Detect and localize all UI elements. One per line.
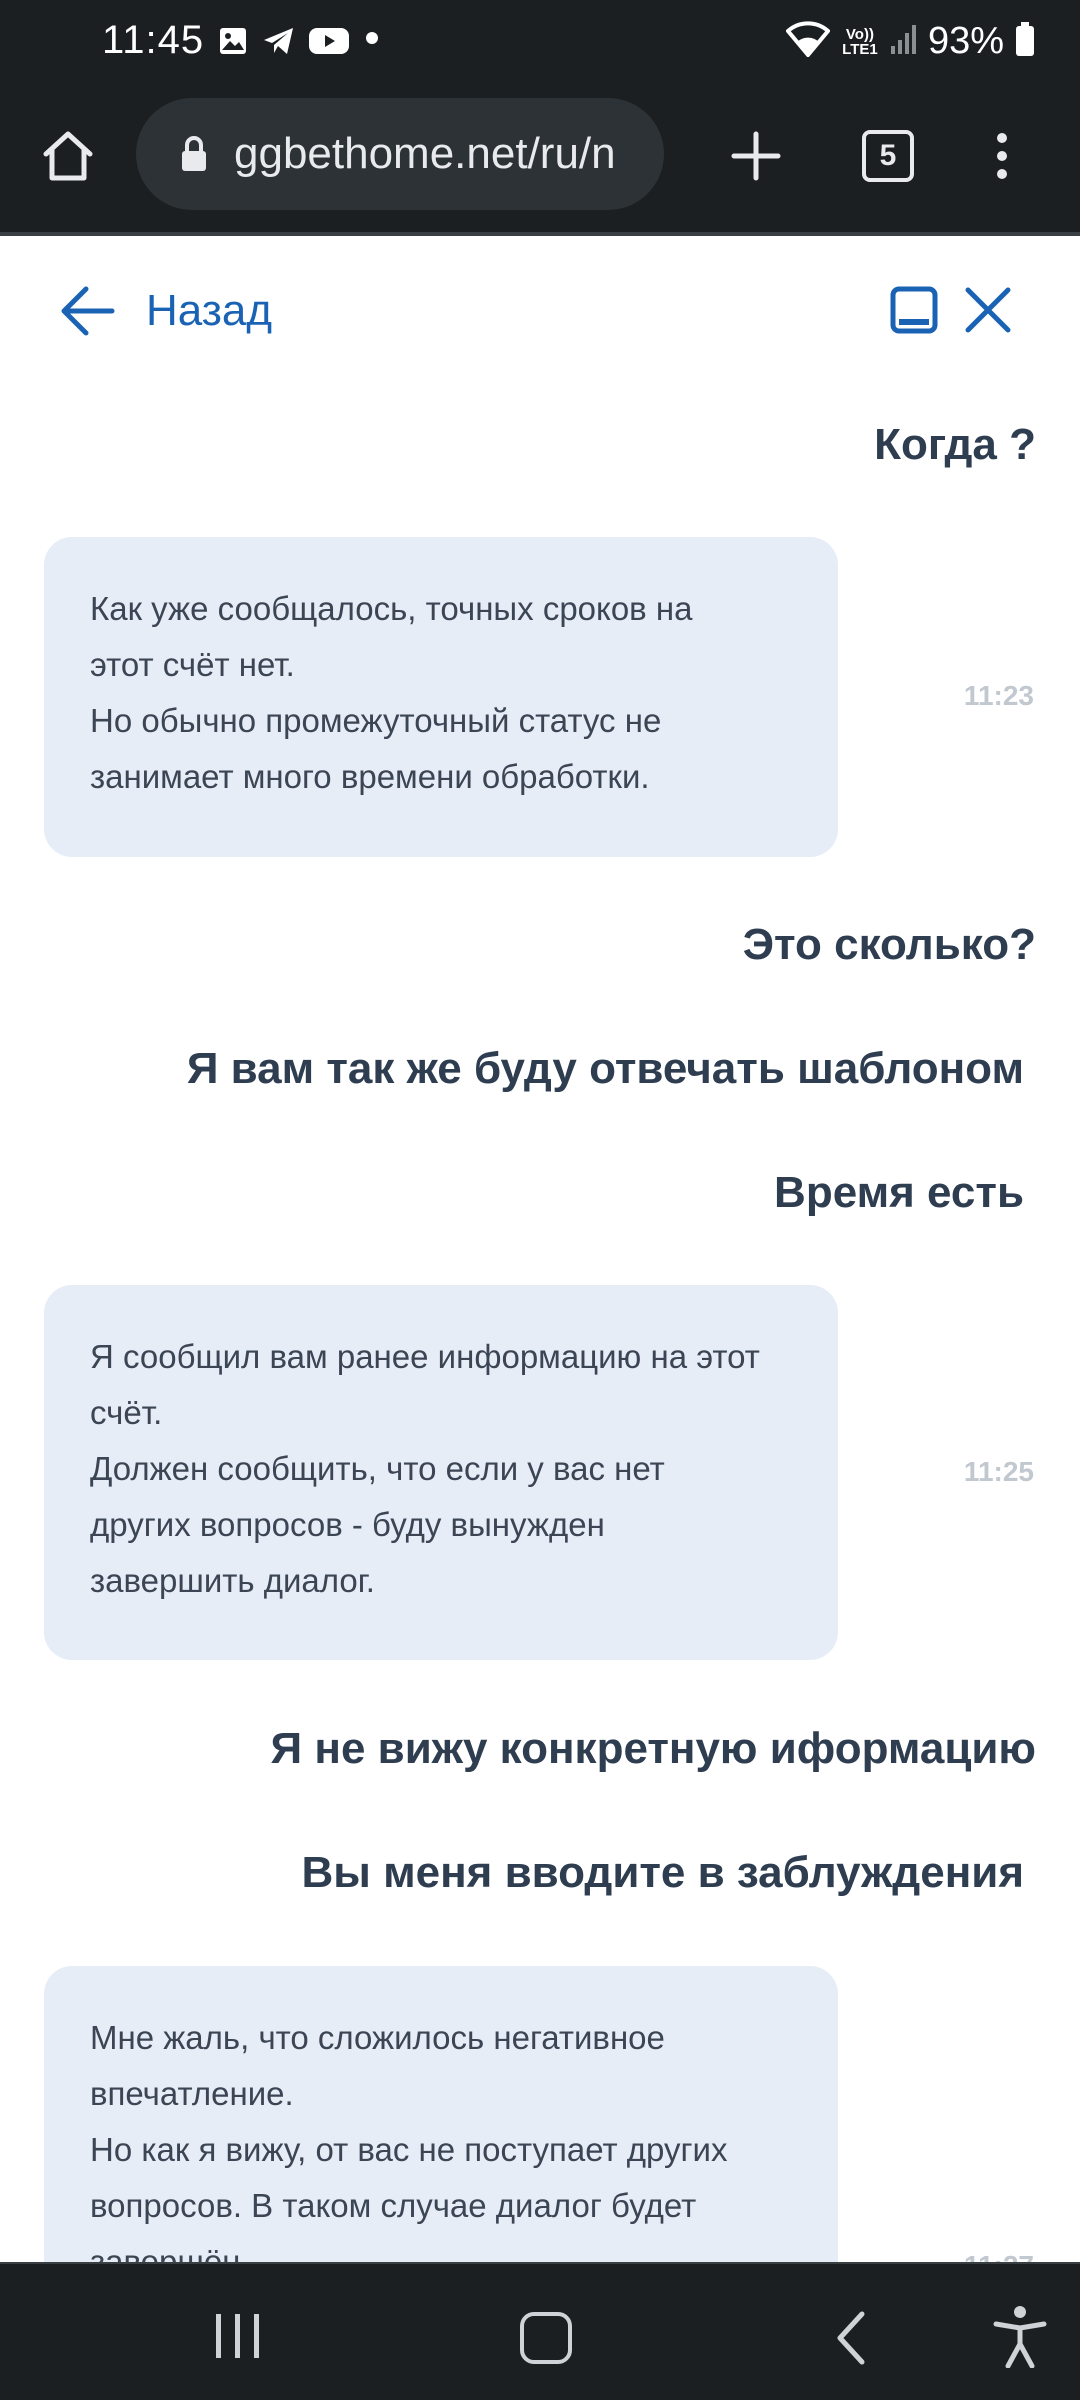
message-line: вопросов. В таком случае диалог будет bbox=[90, 2187, 697, 2224]
chat-header: Назад bbox=[0, 236, 1080, 386]
battery-icon bbox=[1014, 21, 1036, 62]
youtube-icon bbox=[308, 24, 350, 58]
agent-message-bubble: Я сообщил вам ранее информацию на этот с… bbox=[44, 1285, 838, 1660]
lte-indicator: Vo)) LTE1 bbox=[842, 25, 878, 58]
telegram-icon bbox=[262, 24, 296, 58]
message-line: Как уже сообщалось, точных сроков на bbox=[90, 590, 693, 627]
minimize-icon bbox=[890, 286, 938, 334]
message-time: 11:25 bbox=[963, 1456, 1034, 1487]
message-line: Должен сообщить, что если у вас нет bbox=[90, 1450, 665, 1487]
message-line: других вопросов - буду вынужден bbox=[90, 1506, 605, 1543]
more-notifications-dot bbox=[366, 32, 378, 44]
accessibility-icon bbox=[993, 2306, 1047, 2369]
arrow-left-icon bbox=[61, 286, 115, 336]
gallery-icon bbox=[216, 24, 250, 58]
recents-button[interactable] bbox=[216, 2314, 259, 2358]
message-line: занимает много времени обработки. bbox=[90, 758, 650, 795]
message-time: 11:23 bbox=[963, 680, 1034, 711]
system-nav-bar bbox=[0, 2264, 1080, 2400]
recents-icon bbox=[216, 2314, 221, 2358]
recents-icon bbox=[235, 2314, 240, 2358]
tab-count: 5 bbox=[862, 130, 914, 182]
message-line: впечатление. bbox=[90, 2075, 294, 2112]
plus-icon bbox=[731, 131, 781, 181]
wifi-icon bbox=[785, 21, 831, 62]
close-icon bbox=[965, 287, 1011, 333]
home-button[interactable] bbox=[34, 122, 102, 190]
message-line: Я сообщил вам ранее информацию на этот bbox=[90, 1338, 760, 1375]
agent-message-bubble: Как уже сообщалось, точных сроков на это… bbox=[44, 537, 838, 857]
status-bar: 11:45 Vo)) LTE1 93% bbox=[0, 0, 1080, 92]
message-line: Мне жаль, что сложилось негативное bbox=[90, 2019, 665, 2056]
home-icon bbox=[43, 131, 93, 181]
lock-icon bbox=[176, 134, 212, 174]
nav-back-button[interactable] bbox=[828, 2310, 876, 2366]
notification-icons bbox=[216, 24, 350, 58]
message-line: этот счёт нет. bbox=[90, 646, 295, 683]
browser-toolbar: ggbethome.net/ru/n 5 bbox=[0, 92, 1080, 232]
status-time: 11:45 bbox=[102, 18, 205, 62]
message-line: завершить диалог. bbox=[90, 1562, 375, 1599]
user-message: Это сколько? bbox=[742, 920, 1036, 969]
close-button[interactable] bbox=[962, 284, 1014, 336]
new-tab-button[interactable] bbox=[720, 120, 792, 192]
accessibility-button[interactable] bbox=[992, 2304, 1048, 2369]
nav-home-button[interactable] bbox=[520, 2312, 572, 2364]
browser-menu-button[interactable] bbox=[980, 120, 1024, 192]
menu-dot bbox=[997, 133, 1007, 143]
user-message: Я вам так же буду отвечать шаблоном bbox=[186, 1044, 1024, 1093]
battery-percent: 93% bbox=[927, 20, 1004, 62]
message-line: счёт. bbox=[90, 1394, 163, 1431]
user-message: Время есть bbox=[774, 1168, 1024, 1217]
address-bar[interactable]: ggbethome.net/ru/n bbox=[136, 98, 664, 210]
recents-icon bbox=[254, 2314, 259, 2358]
status-right: Vo)) LTE1 93% bbox=[785, 20, 1036, 63]
menu-dot bbox=[997, 169, 1007, 179]
user-message: Когда ? bbox=[874, 420, 1036, 469]
message-line: Но обычно промежуточный статус не bbox=[90, 702, 662, 739]
back-button[interactable]: Назад bbox=[58, 284, 272, 338]
minimize-button[interactable] bbox=[888, 284, 940, 336]
chevron-left-icon bbox=[837, 2311, 865, 2365]
url-text: ggbethome.net/ru/n bbox=[234, 129, 616, 178]
user-message: Вы меня вводите в заблуждения bbox=[301, 1848, 1025, 1897]
back-label: Назад bbox=[146, 286, 273, 335]
tab-switcher-button[interactable]: 5 bbox=[858, 126, 918, 186]
signal-icon bbox=[890, 22, 918, 61]
menu-dot bbox=[997, 151, 1007, 161]
message-line: Но как я вижу, от вас не поступает други… bbox=[90, 2131, 728, 2168]
user-message: Я не вижу конкретную иформацию bbox=[270, 1724, 1036, 1773]
